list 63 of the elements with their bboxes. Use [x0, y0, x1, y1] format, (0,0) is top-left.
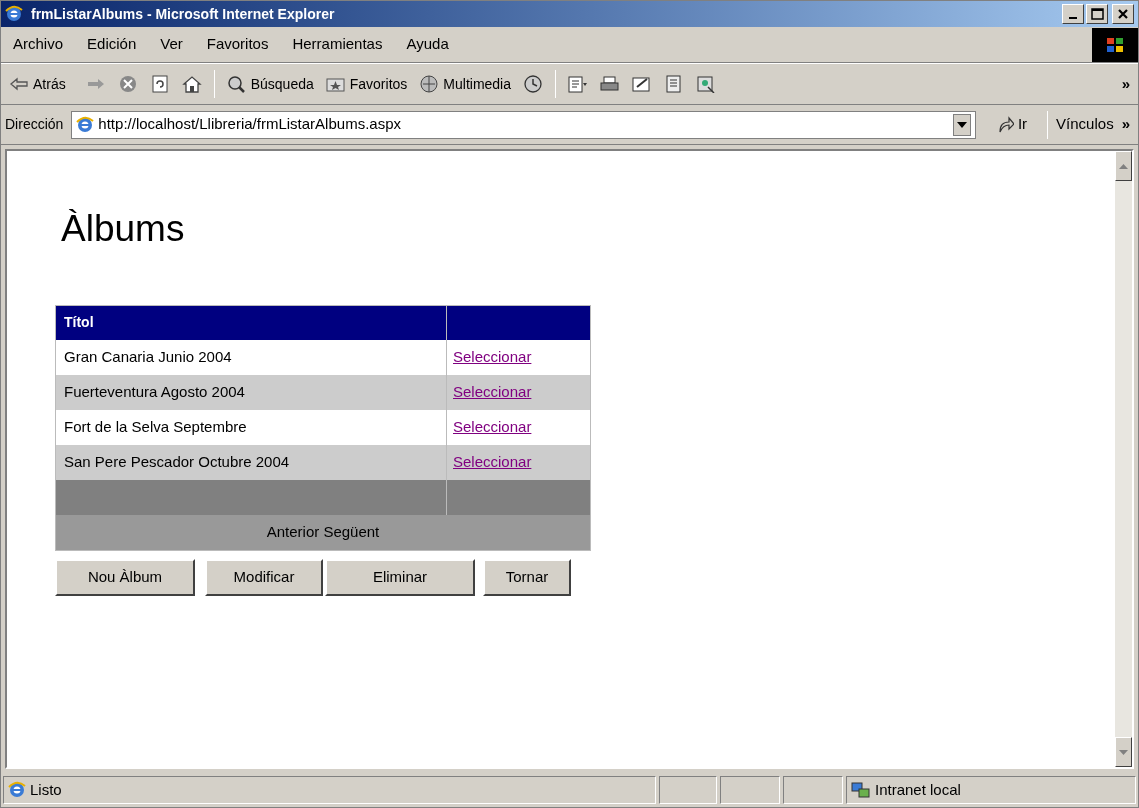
- search-icon: [226, 75, 247, 93]
- form-button[interactable]: Nou Àlbum: [55, 558, 195, 596]
- address-field[interactable]: http://localhost/Llibreria/frmListarAlbums.aspx: [71, 110, 976, 139]
- down-arrow-icon: [1119, 749, 1128, 755]
- globe-icon: [419, 75, 440, 93]
- table-cell: San Pere Pescador Octubre 2004: [55, 445, 447, 480]
- address-label: Dirección: [5, 115, 64, 134]
- page-heading: Àlbums: [61, 207, 186, 251]
- network-icon: [851, 781, 871, 799]
- close-button[interactable]: [1112, 4, 1134, 24]
- form-button[interactable]: Tornar: [483, 558, 571, 596]
- menu-item[interactable]: Ver: [160, 33, 183, 56]
- status-panel: [659, 776, 717, 804]
- back-arrow-icon: [9, 75, 29, 93]
- dropdown-button[interactable]: [952, 113, 971, 136]
- caret-icon: [956, 121, 967, 128]
- status-panel: [720, 776, 780, 804]
- media-button[interactable]: Multimedia: [419, 73, 512, 95]
- minimize-icon: [1068, 16, 1078, 20]
- select-link[interactable]: Seleccionar: [453, 348, 532, 366]
- table-cell: Gran Canaria Junio 2004: [55, 340, 447, 375]
- select-link[interactable]: Seleccionar: [453, 383, 532, 401]
- window-title: frmListarAlbums - Microsoft Internet Explorer: [31, 4, 335, 24]
- browser-icon: [5, 5, 23, 23]
- search-button[interactable]: Búsqueda: [226, 73, 314, 95]
- home-icon[interactable]: [181, 75, 202, 93]
- up-arrow-icon: [1119, 163, 1128, 169]
- zone-text: Intranet local: [875, 779, 961, 800]
- menu-item[interactable]: Ayuda: [406, 33, 449, 56]
- menu-item[interactable]: Herramientas: [292, 33, 383, 56]
- status-text: Listo: [30, 779, 62, 800]
- form-button[interactable]: Eliminar: [325, 558, 475, 596]
- status-panel: [783, 776, 843, 804]
- stop-icon[interactable]: [117, 75, 138, 93]
- links-button[interactable]: Vínculos: [1056, 113, 1114, 136]
- scroll-up-button[interactable]: [1115, 151, 1132, 181]
- logo-icon: [1092, 27, 1138, 62]
- window-icon[interactable]: [696, 75, 717, 93]
- back-button[interactable]: Atrás: [9, 73, 74, 95]
- favorites-button[interactable]: Favoritos: [325, 73, 408, 95]
- links-overflow-button[interactable]: »: [1121, 113, 1134, 136]
- pager-text: Anterior Següent: [266, 523, 380, 540]
- printer-icon[interactable]: [600, 75, 621, 93]
- clock-icon[interactable]: [523, 75, 544, 93]
- table-cell: Fuerteventura Agosto 2004: [55, 375, 447, 410]
- refresh-icon[interactable]: [149, 75, 170, 93]
- select-link[interactable]: Seleccionar: [453, 453, 532, 471]
- go-button[interactable]: Ir: [983, 113, 1040, 136]
- minimize-button[interactable]: [1062, 4, 1084, 24]
- document-icon[interactable]: [568, 75, 589, 93]
- menu-item[interactable]: Favoritos: [206, 33, 269, 56]
- overflow-button[interactable]: »: [1121, 72, 1130, 96]
- form-button[interactable]: Modificar: [205, 558, 323, 596]
- menu-item[interactable]: Archivo: [13, 33, 64, 56]
- page-icon: [76, 115, 95, 134]
- table-cell: Fort de la Selva Septembre: [55, 410, 447, 445]
- maximize-button[interactable]: [1086, 4, 1108, 24]
- menu-item[interactable]: Edición: [87, 33, 137, 56]
- maximize-icon: [1089, 6, 1105, 22]
- edit-icon[interactable]: [632, 75, 653, 93]
- select-link[interactable]: Seleccionar: [453, 418, 532, 436]
- scroll-down-button[interactable]: [1115, 737, 1132, 767]
- page-icon: [8, 781, 26, 799]
